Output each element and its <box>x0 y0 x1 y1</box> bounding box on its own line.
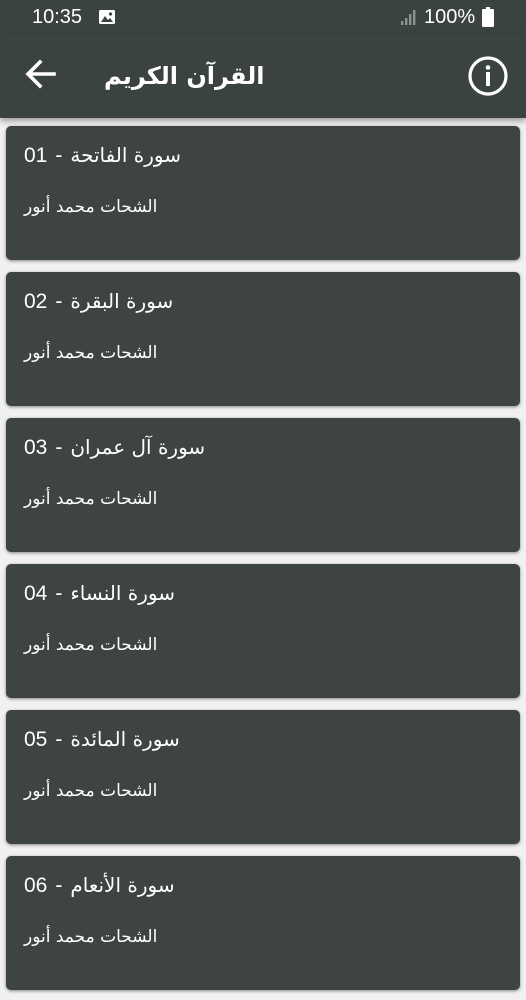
signal-icon <box>400 8 418 30</box>
surah-card[interactable]: 02- سورة البقرة الشحات محمد أنور <box>6 272 520 406</box>
surah-number: 05 <box>24 728 48 751</box>
separator: - <box>55 728 63 751</box>
surah-number: 04 <box>24 582 48 605</box>
status-time: 10:35 <box>32 6 83 28</box>
arrow-left-icon <box>22 56 58 96</box>
surah-list[interactable]: 01- سورة الفاتحة الشحات محمد أنور 02- سورة… <box>0 118 526 1000</box>
app-bar: القرآن الكريم <box>0 34 526 118</box>
status-bar: 10:35 100% <box>0 0 526 34</box>
separator: - <box>55 436 63 459</box>
surah-title: 04- سورة النساء <box>24 578 175 609</box>
surah-title: 02- سورة البقرة <box>24 286 173 317</box>
reciter-name: الشحات محمد أنور <box>24 489 158 509</box>
reciter-name: الشحات محمد أنور <box>24 343 158 363</box>
surah-title: 01- سورة الفاتحة <box>24 140 181 171</box>
separator: - <box>55 582 63 605</box>
surah-number: 01 <box>24 144 48 167</box>
surah-title: 06- سورة الأنعام <box>24 870 175 901</box>
image-icon <box>98 9 116 29</box>
surah-card[interactable]: 05- سورة المائدة الشحات محمد أنور <box>6 710 520 844</box>
surah-title: 03- سورة آل عمران <box>24 432 205 463</box>
back-button[interactable] <box>16 52 64 100</box>
surah-card[interactable]: 01- سورة الفاتحة الشحات محمد أنور <box>6 126 520 260</box>
page-title: القرآن الكريم <box>104 62 265 90</box>
surah-card[interactable]: 04- سورة النساء الشحات محمد أنور <box>6 564 520 698</box>
reciter-name: الشحات محمد أنور <box>24 781 158 801</box>
reciter-name: الشحات محمد أنور <box>24 197 158 217</box>
surah-card[interactable]: 06- سورة الأنعام الشحات محمد أنور <box>6 856 520 990</box>
surah-name: سورة الفاتحة <box>70 143 182 167</box>
surah-title: 05- سورة المائدة <box>24 724 180 755</box>
info-button[interactable] <box>464 54 512 102</box>
reciter-name: الشحات محمد أنور <box>24 927 158 947</box>
reciter-name: الشحات محمد أنور <box>24 635 158 655</box>
separator: - <box>55 874 63 897</box>
surah-number: 03 <box>24 436 48 459</box>
separator: - <box>55 144 63 167</box>
surah-name: سورة الأنعام <box>70 873 175 897</box>
surah-name: سورة آل عمران <box>70 435 206 459</box>
battery-icon <box>482 7 494 31</box>
surah-name: سورة المائدة <box>70 727 180 751</box>
surah-card[interactable]: 03- سورة آل عمران الشحات محمد أنور <box>6 418 520 552</box>
surah-name: سورة البقرة <box>70 289 174 313</box>
battery-percentage: 100% <box>424 6 476 28</box>
surah-number: 06 <box>24 874 48 897</box>
surah-name: سورة النساء <box>70 581 175 605</box>
info-circle-icon <box>467 55 509 101</box>
surah-number: 02 <box>24 290 48 313</box>
separator: - <box>55 290 63 313</box>
